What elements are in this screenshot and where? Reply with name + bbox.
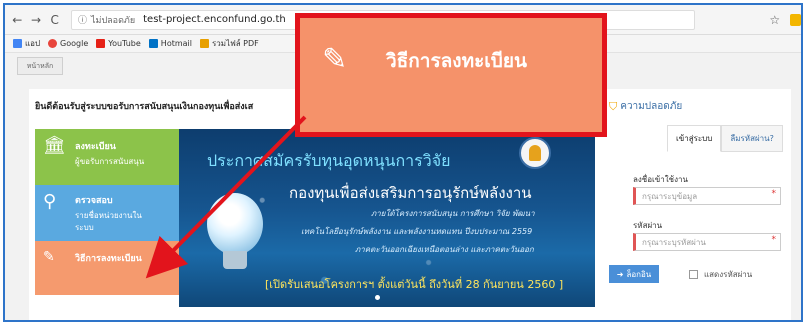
url-text[interactable]: test-project.enconfund.go.th (143, 14, 286, 25)
bookmark-star-icon[interactable]: ☆ (769, 13, 780, 27)
menu-item-subtitle: ผู้ขอรับการสนับสนุน (75, 157, 145, 166)
banner-line-3: ภาคตะวันออกเฉียงเหนือตอนล่าง และภาคตะวัน… (355, 245, 534, 254)
bookmark-pdf[interactable]: รวมไฟล์ PDF (199, 37, 259, 50)
security-heading: ⛉ ความปลอดภัย (609, 99, 682, 114)
hotmail-icon (148, 39, 158, 48)
menu-item-title: ลงทะเบียน (75, 142, 116, 152)
bank-icon: 🏛 (43, 135, 66, 156)
bookmark-label: Google (60, 39, 89, 48)
bookmark-label: แอป (25, 39, 41, 48)
bookmark-label: YouTube (108, 39, 141, 48)
extension-icon[interactable] (790, 13, 801, 26)
edit-icon: ✎ (43, 249, 55, 265)
bookmark-label: Hotmail (160, 39, 192, 48)
login-tabs: เข้าสู่ระบบ ลืมรหัสผ่าน? (667, 125, 783, 152)
breadcrumb[interactable]: หน้าหลัก (17, 57, 63, 75)
bookmark-google[interactable]: Google (48, 39, 88, 48)
reload-icon[interactable]: C (48, 13, 61, 27)
light-bulb-base (223, 251, 247, 269)
bookmark-hotmail[interactable]: Hotmail (148, 39, 192, 48)
username-placeholder: กรุณาระบุข้อมูล (642, 191, 698, 201)
banner-line-2: เทคโนโลยีอนุรักษ์พลังงาน และพลังงานทดแทน… (301, 227, 533, 236)
username-input[interactable]: กรุณาระบุข้อมูล * (633, 187, 781, 205)
menu-item-title: ตรวจสอบ (75, 196, 113, 206)
welcome-heading: ยินดีต้อนรับสู่ระบบขอรับการสนับสนุนเงินก… (35, 102, 254, 112)
apps-grid-icon (13, 39, 22, 48)
light-bulb-image (207, 193, 263, 255)
password-placeholder: กรุณาระบุรหัสผ่าน (642, 237, 706, 247)
banner-footer: [เปิดรับเสนอโครงการฯ ตั้งแต่วันนี้ ถึงวั… (265, 278, 564, 291)
show-password-option[interactable]: แสดงรหัสผ่าน (689, 268, 752, 281)
back-icon[interactable]: ← (11, 13, 24, 27)
screenshot-frame: ← → C ⓘ ไม่ปลอดภัย test-project.enconfun… (3, 3, 803, 322)
bookmark-youtube[interactable]: YouTube (96, 39, 141, 48)
menu-item-title: วิธีการลงทะเบียน (75, 254, 142, 264)
menu-item-subtitle-2: ระบบ (75, 223, 94, 232)
google-icon (48, 39, 58, 48)
bookmark-apps[interactable]: แอป (13, 37, 40, 50)
menu-item-how-to-register[interactable]: ✎ วิธีการลงทะเบียน (35, 241, 181, 295)
menu-item-check[interactable]: ⚲ ตรวจสอบ รายชื่อหน่วยงานใน ระบบ (35, 185, 181, 241)
login-arrow-icon: ➜ (616, 269, 624, 279)
announcement-banner[interactable]: ประกาศสมัครรับทุนอุดหนุนการวิจัย กองทุนเ… (179, 129, 595, 307)
login-button[interactable]: ➜ ล็อกอิน (609, 265, 659, 283)
forward-icon[interactable]: → (30, 13, 43, 27)
tab-forgot-password[interactable]: ลืมรหัสผ่าน? (721, 125, 783, 152)
seal-logo (519, 137, 551, 169)
required-asterisk-icon: * (771, 189, 777, 199)
carousel-dot[interactable] (375, 295, 380, 300)
search-icon: ⚲ (43, 191, 57, 212)
pdf-merge-icon (199, 39, 209, 48)
password-label: รหัสผ่าน (633, 221, 663, 230)
side-menu: 🏛 ลงทะเบียน ผู้ขอรับการสนับสนุน ⚲ ตรวจสอ… (35, 129, 181, 295)
edit-icon: ✎ (322, 42, 348, 77)
callout-box: ✎ วิธีการลงทะเบียน (295, 13, 607, 137)
bookmark-label: รวมไฟล์ PDF (211, 39, 259, 48)
menu-item-register[interactable]: 🏛 ลงทะเบียน ผู้ขอรับการสนับสนุน (35, 129, 181, 185)
callout-text: วิธีการลงทะเบียน (386, 50, 527, 72)
banner-line-1: ภายใต้โครงการสนับสนุน การศึกษา วิจัย พัฒ… (371, 209, 535, 218)
insecure-label: ไม่ปลอดภัย (90, 15, 136, 26)
shield-icon: ⛉ (609, 99, 618, 113)
youtube-icon (96, 39, 106, 48)
username-label: ลงชื่อเข้าใช้งาน (633, 175, 688, 184)
show-password-label: แสดงรหัสผ่าน (704, 270, 753, 279)
security-label: ความปลอดภัย (620, 101, 683, 112)
info-icon[interactable]: ⓘ (78, 13, 87, 26)
banner-title: กองทุนเพื่อส่งเสริมการอนุรักษ์พลังงาน (289, 184, 532, 202)
password-input[interactable]: กรุณาระบุรหัสผ่าน * (633, 233, 781, 251)
show-password-checkbox[interactable] (689, 270, 698, 279)
tab-login[interactable]: เข้าสู่ระบบ (667, 125, 722, 152)
required-asterisk-icon: * (771, 235, 777, 245)
login-button-label: ล็อกอิน (626, 269, 652, 279)
banner-headline: ประกาศสมัครรับทุนอุดหนุนการวิจัย (207, 151, 451, 170)
